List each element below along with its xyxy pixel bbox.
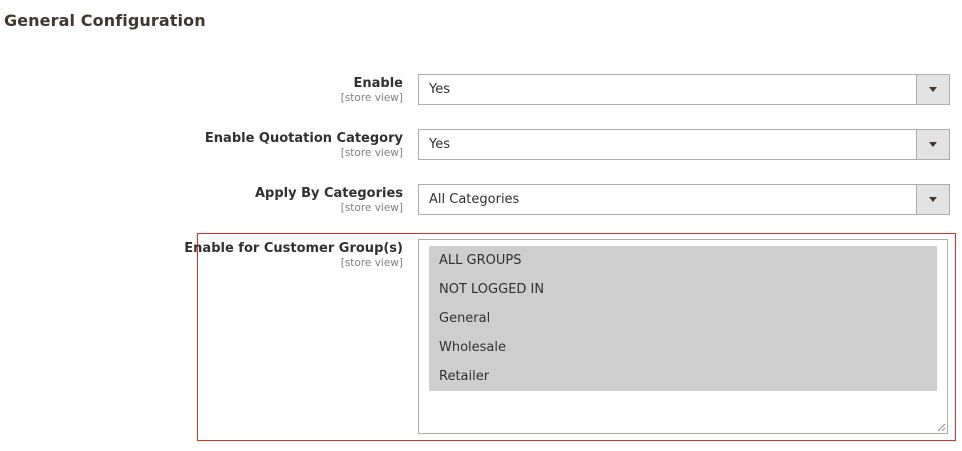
field-label-block: Apply By Categories [store view] [255, 185, 403, 214]
enable-quotation-category-select[interactable]: Yes [418, 129, 950, 160]
enable-scope: [store view] [340, 92, 403, 104]
customer-groups-options: ALL GROUPS NOT LOGGED IN General Wholesa… [429, 246, 937, 391]
enable-quotation-category-scope: [store view] [340, 147, 403, 159]
option-retailer[interactable]: Retailer [429, 362, 937, 391]
option-not-logged-in[interactable]: NOT LOGGED IN [429, 275, 937, 304]
enable-select-toggle[interactable] [916, 75, 949, 104]
enable-select[interactable]: Yes [418, 74, 950, 105]
field-label-block: Enable Quotation Category [store view] [205, 130, 403, 159]
configuration-page: General Configuration Enable [store view… [0, 0, 962, 451]
enable-quotation-category-label: Enable Quotation Category [204, 131, 403, 146]
apply-by-categories-scope: [store view] [340, 202, 403, 214]
option-all-groups[interactable]: ALL GROUPS [429, 246, 937, 275]
chevron-down-icon [929, 197, 937, 202]
customer-groups-multiselect[interactable]: ALL GROUPS NOT LOGGED IN General Wholesa… [418, 239, 948, 434]
apply-by-categories-label: Apply By Categories [254, 186, 403, 201]
chevron-down-icon [929, 87, 937, 92]
customer-groups-scope: [store view] [340, 257, 403, 269]
enable-quotation-category-value: Yes [429, 137, 450, 152]
option-general[interactable]: General [429, 304, 937, 333]
field-label-block: Enable for Customer Group(s) [store view… [184, 240, 403, 269]
apply-by-categories-toggle[interactable] [916, 185, 949, 214]
apply-by-categories-select[interactable]: All Categories [418, 184, 950, 215]
enable-label: Enable [353, 76, 404, 91]
field-label-block: Enable [store view] [341, 75, 403, 104]
resize-grip-icon[interactable] [937, 423, 946, 432]
enable-quotation-category-toggle[interactable] [916, 130, 949, 159]
apply-by-categories-value: All Categories [429, 192, 520, 207]
customer-groups-label: Enable for Customer Group(s) [184, 241, 403, 256]
section-title: General Configuration [4, 11, 206, 30]
chevron-down-icon [929, 142, 937, 147]
enable-select-value: Yes [429, 82, 450, 97]
option-wholesale[interactable]: Wholesale [429, 333, 937, 362]
